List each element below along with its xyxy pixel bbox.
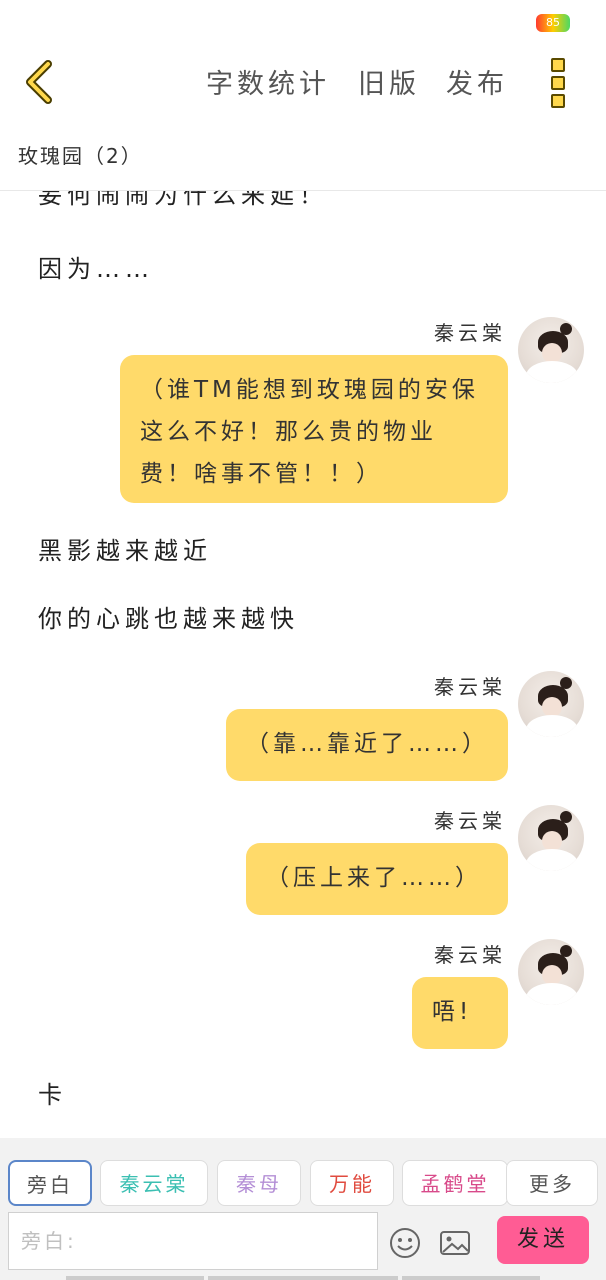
back-button[interactable] (18, 58, 66, 106)
speaker-name: 秦云棠 (434, 321, 506, 345)
role-chip-qin-yuntang[interactable]: 秦云棠 (100, 1160, 208, 1206)
emoji-button[interactable] (388, 1226, 422, 1260)
message-bubble[interactable]: 唔! (412, 977, 508, 1049)
message-bubble[interactable]: （谁TM能想到玫瑰园的安保这么不好！那么贵的物业费！啥事不管！！） (120, 355, 508, 503)
speaker-name: 秦云棠 (434, 675, 506, 699)
message-bubble[interactable]: （靠…靠近了……） (226, 709, 508, 781)
speaker-name: 秦云棠 (434, 943, 506, 967)
old-version-button[interactable]: 旧版 (358, 62, 420, 101)
image-button[interactable] (438, 1226, 472, 1260)
smiley-icon (390, 1228, 420, 1258)
speaker-avatar[interactable] (518, 671, 584, 737)
message-bubble[interactable]: （压上来了……） (246, 843, 508, 915)
speaker-avatar[interactable] (518, 805, 584, 871)
narration-line: 卡 (38, 1081, 67, 1109)
narration-line: 黑影越来越近 (38, 537, 212, 565)
battery-indicator: 85 (536, 14, 570, 32)
chevron-left-icon (26, 60, 52, 104)
menu-dot-icon (551, 94, 565, 108)
word-count-button[interactable]: 字数统计 (206, 62, 330, 101)
role-chip-qin-mu[interactable]: 秦母 (217, 1160, 301, 1206)
more-roles-button[interactable]: 更多 (506, 1160, 598, 1206)
narration-line: 你的心跳也越来越快 (38, 605, 299, 633)
role-chip-meng-hetang[interactable]: 孟鹤堂 (402, 1160, 508, 1206)
speaker-avatar[interactable] (518, 317, 584, 383)
image-icon (440, 1231, 470, 1255)
menu-dot-icon (551, 58, 565, 72)
narration-line: 妄何闹闹为什么来延！ (38, 191, 328, 209)
narration-line: 因为…… (38, 255, 154, 283)
more-menu-button[interactable] (548, 58, 568, 108)
menu-dot-icon (551, 76, 565, 90)
send-button[interactable]: 发送 (497, 1216, 589, 1264)
top-bar: 字数统计 旧版 发布 (0, 48, 606, 120)
chat-area[interactable]: 妄何闹闹为什么来延！ 因为…… 秦云棠 （谁TM能想到玫瑰园的安保这么不好！那么… (0, 191, 606, 1137)
speaker-avatar[interactable] (518, 939, 584, 1005)
role-chip-wanneng[interactable]: 万能 (310, 1160, 394, 1206)
message-input[interactable]: 旁白: (8, 1212, 378, 1270)
composer-panel: 旁白 秦云棠 秦母 万能 孟鹤堂 更多 旁白: 发送 (0, 1138, 606, 1280)
scroll-strip (402, 1276, 540, 1280)
role-chip-narrator[interactable]: 旁白 (8, 1160, 92, 1206)
speaker-name: 秦云棠 (434, 809, 506, 833)
chat-title: 玫瑰园（2） (18, 144, 143, 168)
publish-button[interactable]: 发布 (446, 62, 508, 101)
scroll-strip (66, 1276, 204, 1280)
scroll-strip (208, 1276, 398, 1280)
status-bar: 85 (0, 0, 606, 48)
